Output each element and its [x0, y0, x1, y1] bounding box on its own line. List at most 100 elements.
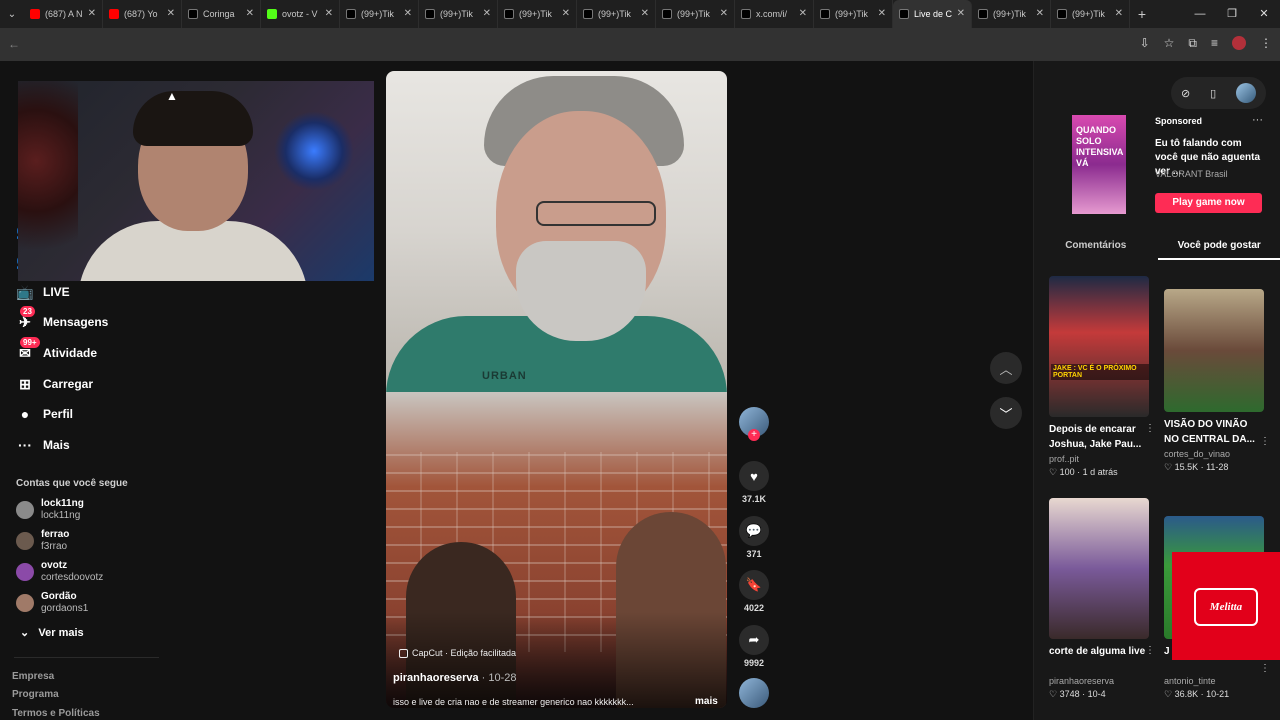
tab-title: (99+)Tik: [598, 9, 631, 19]
browser-menu-icon[interactable]: ⋮: [1260, 36, 1272, 51]
author-avatar-button[interactable]: +: [737, 407, 771, 441]
follow-plus-icon[interactable]: +: [748, 429, 760, 441]
tab-favicon-icon: [662, 9, 672, 19]
see-more-button[interactable]: ⌄ Ver mais: [20, 626, 84, 639]
browser-tab[interactable]: Coringa ✕: [182, 0, 261, 28]
card-user[interactable]: prof..pit: [1049, 454, 1149, 464]
recommended-video-card[interactable]: VISÃO DO VINÃO NO CENTRAL DA... cortes_do…: [1164, 289, 1270, 473]
save-button[interactable]: 🔖 4022: [737, 570, 771, 613]
card-stats: ♡ 3748 · 10-4: [1049, 689, 1106, 699]
card-title[interactable]: VISÃO DO VINÃO NO CENTRAL DA...: [1164, 417, 1264, 447]
like-button[interactable]: ♥ 37.1K: [737, 461, 771, 504]
followed-account[interactable]: ovotz cortesdoovotz: [16, 560, 103, 584]
nav-label: Perfil: [43, 407, 74, 421]
nav-item-carregar[interactable]: ⊞ Carregar: [16, 375, 93, 393]
card-options-icon[interactable]: ⋮: [1260, 663, 1270, 674]
tab-close-icon[interactable]: ✕: [404, 8, 412, 19]
tab-title: (99+)Tik: [519, 9, 552, 19]
card-user[interactable]: cortes_do_vinao: [1164, 449, 1264, 459]
tab-close-icon[interactable]: ✕: [1036, 8, 1044, 19]
footer-link-terms[interactable]: Termos e Políticas: [12, 708, 100, 719]
browser-tab[interactable]: Live de C ✕: [893, 0, 972, 28]
video-author[interactable]: piranhaoreserva · 10-28: [393, 672, 517, 684]
browser-tab[interactable]: (687) Yo ✕: [103, 0, 182, 28]
tab-comments[interactable]: Comentários: [1034, 232, 1158, 260]
browser-tab[interactable]: (99+)Tik ✕: [419, 0, 498, 28]
tab-close-icon[interactable]: ✕: [562, 8, 570, 19]
ad-thumbnail[interactable]: QUANDO SOLO INTENSIVA VÁ: [1072, 115, 1126, 214]
video-thumbnail[interactable]: JAKE : VC É O PRÓXIMO PORTAN: [1049, 276, 1149, 417]
browser-tab[interactable]: (99+)Tik ✕: [577, 0, 656, 28]
bookmark-star-icon[interactable]: ☆: [1164, 36, 1175, 51]
sound-avatar-button[interactable]: [737, 678, 771, 708]
card-title[interactable]: Depois de encarar Joshua, Jake Pau...: [1049, 422, 1149, 452]
nav-item-mais[interactable]: ··· Mais: [16, 436, 70, 454]
card-title[interactable]: corte de alguma live: [1049, 644, 1149, 674]
melitta-overlay-ad[interactable]: Melitta: [1172, 552, 1280, 660]
card-user[interactable]: antonio_tinte: [1164, 676, 1264, 686]
footer-link-program[interactable]: Programa: [12, 689, 59, 700]
profile-avatar[interactable]: [1232, 36, 1246, 50]
nav-item-mensagens[interactable]: ✈ 23 Mensagens: [16, 306, 108, 331]
previous-video-button[interactable]: ︿: [990, 352, 1022, 384]
minimize-button[interactable]: —: [1184, 0, 1216, 28]
browser-tab[interactable]: (99+)Tik ✕: [498, 0, 577, 28]
nav-item-atividade[interactable]: ✉ 99+ Atividade: [16, 337, 97, 362]
browser-tab[interactable]: (99+)Tik ✕: [814, 0, 893, 28]
browser-tab[interactable]: (99+)Tik ✕: [340, 0, 419, 28]
followed-account[interactable]: ferrao f3rrao: [16, 529, 69, 553]
browser-tab[interactable]: (99+)Tik ✕: [972, 0, 1051, 28]
tab-close-icon[interactable]: ✕: [720, 8, 728, 19]
play-game-button[interactable]: Play game now: [1155, 193, 1262, 213]
browser-tab[interactable]: (687) A N ✕: [24, 0, 103, 28]
browser-tab[interactable]: x.com/i/ ✕: [735, 0, 814, 28]
card-options-icon[interactable]: ⋮: [1260, 436, 1270, 447]
close-window-button[interactable]: ✕: [1248, 0, 1280, 28]
more-button[interactable]: mais: [695, 696, 718, 707]
followed-account[interactable]: Gordão gordaons1: [16, 591, 88, 615]
extensions-icon[interactable]: ⧉: [1188, 36, 1197, 51]
recommended-video-card[interactable]: JAKE : VC É O PRÓXIMO PORTAN Depois de en…: [1049, 276, 1155, 478]
nav-item-live[interactable]: 📺 LIVE: [16, 283, 69, 301]
install-app-icon[interactable]: ⇩: [1140, 36, 1150, 51]
next-video-button[interactable]: ﹀: [990, 397, 1022, 429]
tab-close-icon[interactable]: ✕: [483, 8, 491, 19]
reading-list-icon[interactable]: ≡: [1211, 36, 1218, 51]
ad-options-icon[interactable]: ···: [1252, 114, 1263, 126]
footer-link-company[interactable]: Empresa: [12, 671, 54, 682]
tab-close-icon[interactable]: ✕: [1115, 8, 1123, 19]
tab-close-icon[interactable]: ✕: [799, 8, 807, 19]
browser-tab[interactable]: (99+)Tik ✕: [1051, 0, 1130, 28]
video-thumbnail[interactable]: [1164, 289, 1264, 412]
capcut-tag[interactable]: CapCut · Edição facilitada: [399, 648, 516, 658]
video-player[interactable]: URBAN CapCut · Edição facilitada piranha…: [386, 71, 727, 708]
compass-icon[interactable]: ⊘: [1181, 87, 1190, 100]
followed-account[interactable]: lock11ng lock11ng: [16, 498, 84, 522]
maximize-button[interactable]: ❐: [1216, 0, 1248, 28]
tab-you-may-like[interactable]: Você pode gostar: [1157, 232, 1280, 260]
browser-tab[interactable]: (99+)Tik ✕: [656, 0, 735, 28]
browser-tab[interactable]: ovotz - V ✕: [261, 0, 340, 28]
video-thumbnail[interactable]: [1049, 498, 1149, 639]
side-tabs: Comentários Você pode gostar: [1034, 232, 1280, 260]
card-options-icon[interactable]: ⋮: [1145, 423, 1155, 434]
user-avatar[interactable]: [1236, 83, 1257, 103]
tab-close-icon[interactable]: ✕: [641, 8, 649, 19]
recommended-video-card[interactable]: corte de alguma live piranhaoreserva ♡ 374…: [1049, 498, 1155, 700]
tab-close-icon[interactable]: ✕: [878, 8, 886, 19]
comment-button[interactable]: 💬 371: [737, 516, 771, 559]
new-tab-button[interactable]: +: [1130, 6, 1154, 22]
back-icon[interactable]: ←: [8, 37, 20, 51]
tab-close-icon[interactable]: ✕: [246, 8, 254, 19]
tab-close-icon[interactable]: ✕: [167, 8, 175, 19]
share-button[interactable]: ➦ 9992: [737, 625, 771, 668]
nav-item-perfil[interactable]: ● Perfil: [16, 405, 73, 423]
card-user[interactable]: piranhaoreserva: [1049, 676, 1149, 686]
tab-close-icon[interactable]: ✕: [325, 8, 333, 19]
account-name: Gordão: [41, 591, 77, 602]
tab-search-icon[interactable]: ⌄: [0, 9, 24, 20]
card-options-icon[interactable]: ⋮: [1145, 645, 1155, 656]
tab-close-icon[interactable]: ✕: [88, 8, 96, 19]
phone-icon[interactable]: ▯: [1210, 87, 1216, 100]
tab-close-icon[interactable]: ✕: [957, 8, 965, 19]
